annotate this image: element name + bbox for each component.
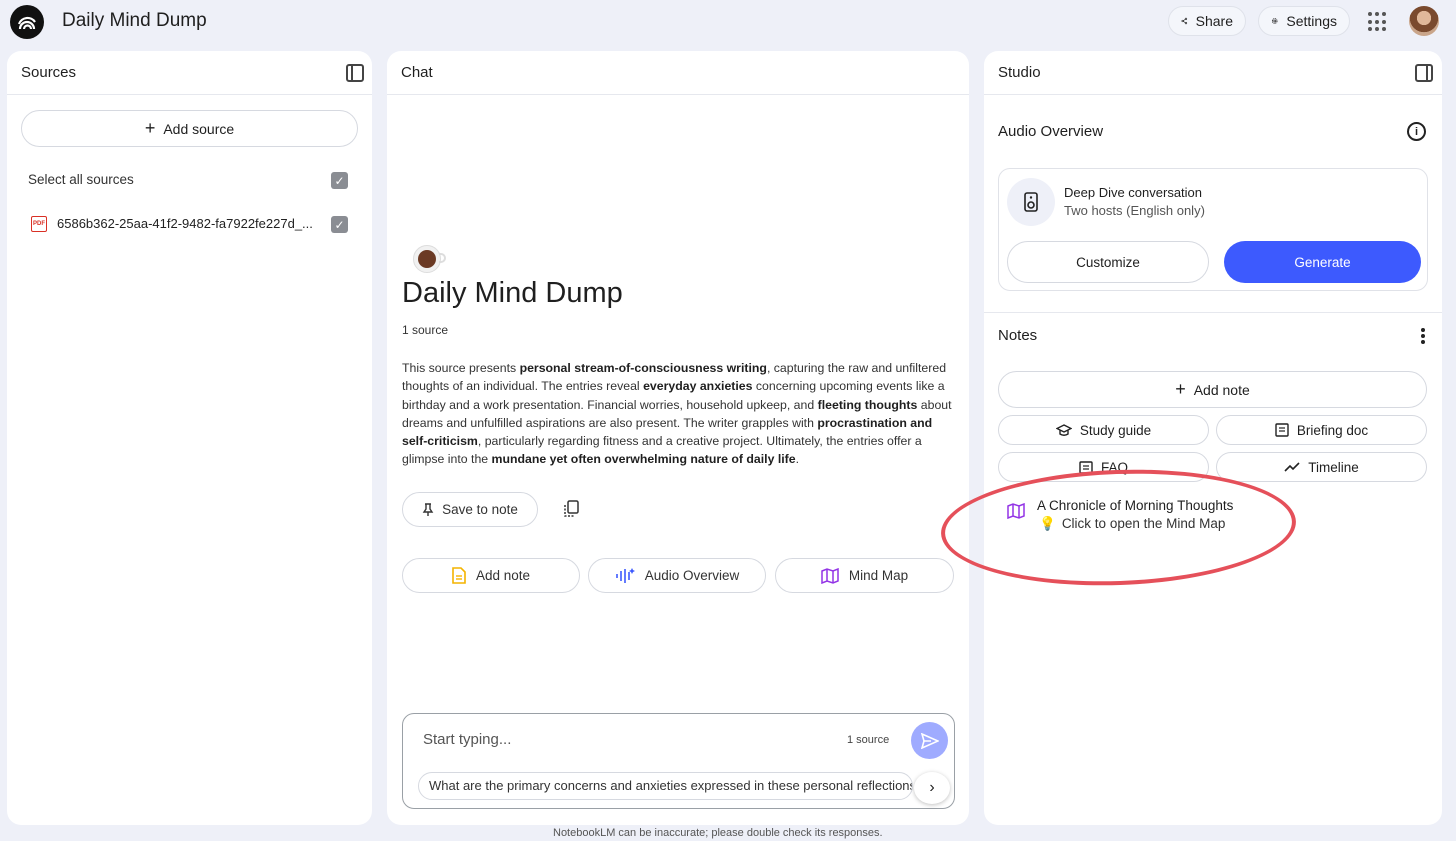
- share-button[interactable]: Share: [1168, 6, 1246, 36]
- audio-overview-chip[interactable]: Audio Overview: [588, 558, 766, 593]
- document-icon: [1275, 423, 1289, 437]
- notebook-summary: This source presents personal stream-of-…: [402, 359, 958, 469]
- customize-button[interactable]: Customize: [1007, 241, 1209, 283]
- apps-grid-icon[interactable]: [1368, 12, 1388, 32]
- share-label: Share: [1195, 13, 1233, 29]
- timeline-label: Timeline: [1308, 459, 1359, 475]
- graduation-cap-icon: [1055, 423, 1072, 436]
- save-to-note-button[interactable]: Save to note: [402, 492, 538, 527]
- add-note-button[interactable]: + Add note: [998, 371, 1427, 408]
- copy-icon[interactable]: [563, 500, 579, 518]
- speaker-icon: [1007, 178, 1055, 226]
- audio-overview-chip-label: Audio Overview: [644, 568, 740, 583]
- notebook-title[interactable]: Daily Mind Dump: [62, 10, 207, 32]
- chat-panel: Chat Daily Mind Dump 1 source This sourc…: [387, 51, 969, 825]
- notebooklm-logo-icon[interactable]: [10, 5, 44, 39]
- plus-icon: +: [144, 118, 156, 138]
- send-icon: [920, 732, 939, 749]
- more-options-icon[interactable]: [1421, 328, 1425, 344]
- top-bar: Daily Mind Dump Share Settings: [0, 0, 1456, 44]
- sources-header: Sources: [7, 51, 372, 95]
- save-to-note-label: Save to note: [442, 502, 518, 517]
- trend-icon: [1284, 462, 1300, 472]
- studio-title: Studio: [998, 64, 1041, 81]
- add-note-chip[interactable]: Add note: [402, 558, 580, 593]
- chat-header: Chat: [387, 51, 969, 95]
- source-checkbox[interactable]: ✓: [331, 216, 348, 233]
- mind-map-chip[interactable]: Mind Map: [775, 558, 954, 593]
- chevron-right-icon[interactable]: ›: [914, 772, 950, 804]
- gear-icon: [1271, 18, 1278, 24]
- audio-overview-title: Audio Overview: [998, 123, 1104, 140]
- summary-segment: This source presents: [402, 361, 520, 375]
- source-count: 1 source: [402, 323, 449, 337]
- summary-segment: .: [795, 452, 800, 467]
- avatar[interactable]: [1409, 6, 1439, 36]
- study-guide-button[interactable]: Study guide: [998, 415, 1209, 445]
- settings-label: Settings: [1286, 13, 1337, 29]
- send-button[interactable]: [911, 722, 948, 759]
- settings-button[interactable]: Settings: [1258, 6, 1350, 36]
- briefing-doc-button[interactable]: Briefing doc: [1216, 415, 1427, 445]
- summary-segment: mundane yet often overwhelming nature of…: [491, 452, 796, 467]
- notes-title: Notes: [998, 327, 1038, 344]
- map-icon: [821, 567, 839, 584]
- audio-waveform-icon: [615, 567, 635, 583]
- divider: [984, 312, 1442, 313]
- collapse-panel-icon[interactable]: [1415, 64, 1433, 82]
- source-name[interactable]: 6586b362-25aa-41f2-9482-fa7922fe227d_...: [57, 216, 317, 231]
- summary-segment: personal stream-of-consciousness writing: [519, 361, 767, 375]
- audio-overview-card: Deep Dive conversation Two hosts (Englis…: [998, 168, 1428, 291]
- chat-composer: 1 source What are the primary concerns a…: [402, 713, 955, 809]
- share-icon: [1181, 17, 1188, 25]
- briefing-doc-label: Briefing doc: [1296, 422, 1369, 438]
- mind-map-chip-label: Mind Map: [848, 568, 909, 583]
- summary-segment: everyday anxieties: [643, 379, 753, 394]
- audio-card-subtitle: Two hosts (English only): [1064, 203, 1205, 218]
- notebook-heading: Daily Mind Dump: [402, 277, 623, 309]
- chat-source-count: 1 source: [847, 734, 890, 746]
- sources-panel: Sources + Add source Select all sources …: [7, 51, 372, 825]
- generate-button[interactable]: Generate: [1224, 241, 1421, 283]
- info-icon[interactable]: i: [1407, 122, 1426, 141]
- studio-panel: Studio Audio Overview i Deep Dive conver…: [984, 51, 1442, 825]
- chat-title: Chat: [401, 64, 433, 81]
- pin-icon: [422, 502, 434, 516]
- pdf-icon: PDF: [31, 216, 47, 232]
- chat-input[interactable]: [423, 731, 823, 748]
- collapse-panel-icon[interactable]: [346, 64, 364, 82]
- study-guide-label: Study guide: [1079, 422, 1152, 438]
- summary-segment: fleeting thoughts: [817, 397, 918, 412]
- select-all-checkbox[interactable]: ✓: [331, 172, 348, 189]
- add-note-chip-label: Add note: [475, 568, 531, 583]
- add-source-label: Add source: [163, 120, 235, 137]
- coffee-cup-icon: [409, 241, 447, 279]
- note-icon: [452, 567, 466, 584]
- add-note-label: Add note: [1193, 381, 1250, 398]
- audio-card-title: Deep Dive conversation: [1064, 185, 1203, 200]
- disclaimer-text: NotebookLM can be inaccurate; please dou…: [553, 827, 883, 839]
- add-source-button[interactable]: + Add source: [21, 110, 358, 147]
- suggested-question[interactable]: What are the primary concerns and anxiet…: [418, 772, 913, 800]
- timeline-button[interactable]: Timeline: [1216, 452, 1427, 482]
- sources-title: Sources: [21, 64, 77, 81]
- plus-icon: +: [1175, 379, 1186, 399]
- studio-header: Studio: [984, 51, 1442, 95]
- select-all-label: Select all sources: [28, 172, 134, 187]
